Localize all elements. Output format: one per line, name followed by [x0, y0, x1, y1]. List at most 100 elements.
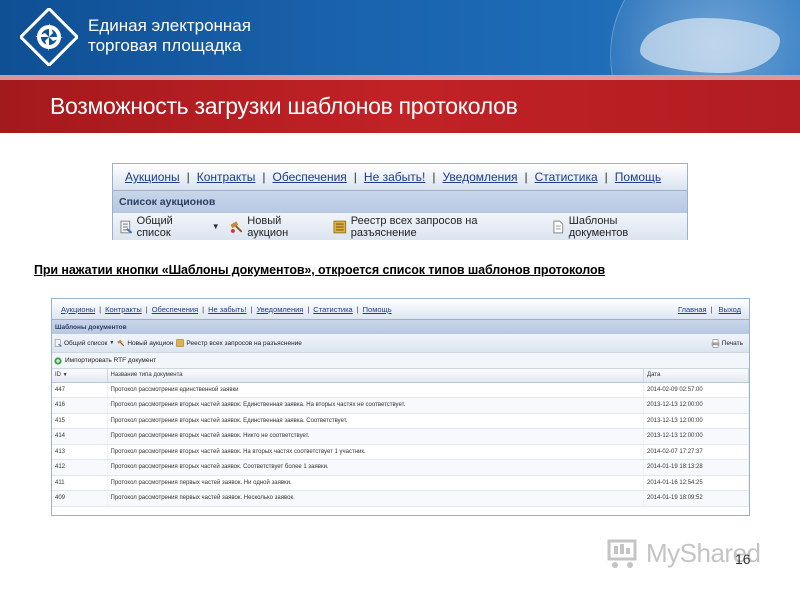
cell-id: 416 — [52, 397, 108, 414]
print-button[interactable]: Печать — [711, 339, 743, 348]
section-title: Список аукционов — [113, 191, 687, 213]
column-date[interactable]: Дата — [643, 369, 749, 383]
requests-registry-button[interactable]: Реестр всех запросов на разъяснение — [333, 215, 541, 239]
cell-name: Протокол рассмотрения первых частей заяв… — [107, 490, 644, 507]
auctions-panel: Аукционы | Контракты | Обеспечения | Не заб… — [112, 163, 688, 240]
cell-id: 414 — [52, 428, 108, 445]
table-row[interactable]: 416 Протокол рассмотрения вторых частей з… — [52, 397, 749, 414]
nav-statistics[interactable]: Статистика — [535, 170, 598, 184]
nav-reminders[interactable]: Не забыть! — [364, 170, 425, 184]
new-auction-button[interactable]: Новый аукцион — [117, 339, 173, 347]
cell-id: 415 — [52, 413, 108, 429]
hammer-icon — [230, 220, 243, 233]
map-graphic — [640, 18, 780, 73]
document-templates-label: Шаблоны документов — [568, 214, 629, 239]
cell-name: Протокол рассмотрения вторых частей заяв… — [107, 444, 644, 460]
table-header-row: ID ▼ Название типа документа Дата — [52, 369, 749, 383]
general-list-button[interactable]: Общий список ▼ — [119, 215, 220, 239]
nav-help[interactable]: Помощь — [615, 170, 661, 184]
cell-date: 2014-02-09 02:57:00 — [643, 382, 749, 398]
nav-home[interactable]: Главная — [678, 305, 707, 314]
table-row[interactable]: 447 Протокол рассмотрения единственной за… — [52, 382, 749, 398]
slide-title: Возможность загрузки шаблонов протоколов — [50, 93, 518, 119]
sort-icon: ▼ — [62, 372, 68, 379]
table-row[interactable]: 415 Протокол рассмотрения вторых частей з… — [52, 413, 749, 429]
registry-icon — [333, 220, 347, 233]
nav-reminders[interactable]: Не забыть! — [208, 305, 246, 314]
cell-name: Протокол рассмотрения первых частей заяв… — [107, 475, 644, 491]
new-auction-button[interactable]: Новый аукцион — [230, 215, 324, 239]
toolbar: Общий список ▼ Новый аукцион Реестр всех … — [113, 213, 687, 240]
section-title: Шаблоны документов — [52, 320, 749, 334]
column-id[interactable]: ID ▼ — [52, 369, 108, 383]
general-list-label: Общий список — [64, 339, 108, 347]
new-auction-label: Новый аукцион — [247, 214, 289, 239]
table-row[interactable]: 412 Протокол рассмотрения вторых частей з… — [52, 459, 749, 476]
registry-icon — [176, 339, 185, 347]
logo-text: Единая электронная торговая площадка — [88, 16, 251, 56]
add-circle-icon — [54, 356, 62, 365]
nav-logout[interactable]: Выход — [719, 305, 741, 314]
nav-contracts[interactable]: Контракты — [197, 170, 256, 184]
nav-right: Главная | Выход — [677, 305, 741, 314]
requests-registry-button[interactable]: Реестр всех запросов на разъяснение — [176, 339, 302, 347]
cell-date: 2013-12-13 12:00:00 — [643, 413, 749, 429]
document-icon — [553, 220, 564, 233]
printer-icon — [711, 339, 720, 348]
table-row[interactable]: 409 Протокол рассмотрения первых частей з… — [52, 490, 749, 507]
nav-securities[interactable]: Обеспечения — [273, 170, 347, 184]
cell-name: Протокол рассмотрения вторых частей заяв… — [107, 428, 644, 445]
requests-registry-label: Реестр всех запросов на разъяснение — [350, 214, 478, 239]
templates-panel: Аукционы | Контракты | Обеспечения | Не заб… — [51, 298, 750, 516]
import-rtf-button[interactable]: Импортировать RTF документ — [52, 353, 749, 369]
cell-date: 2014-02-07 17:27:37 — [643, 444, 749, 460]
list-icon — [120, 220, 133, 234]
cell-id: 409 — [52, 490, 108, 507]
column-name[interactable]: Название типа документа — [107, 369, 644, 383]
caption-text: При нажатии кнопки «Шаблоны документов»,… — [34, 263, 606, 277]
cell-name: Протокол рассмотрения вторых частей заяв… — [107, 459, 644, 476]
header-banner: Единая электронная торговая площадка — [0, 0, 800, 75]
cell-date: 2013-12-13 12:00:00 — [643, 397, 749, 414]
new-auction-label: Новый аукцион — [127, 339, 174, 347]
list-icon — [54, 339, 62, 347]
general-list-label: Общий список — [136, 214, 173, 239]
nav-statistics[interactable]: Статистика — [313, 305, 352, 314]
cell-date: 2013-12-13 12:00:00 — [643, 428, 749, 445]
cell-id: 413 — [52, 444, 108, 460]
chevron-down-icon: ▼ — [109, 340, 115, 346]
requests-registry-label: Реестр всех запросов на разъяснение — [186, 339, 302, 347]
cell-name: Протокол рассмотрения вторых частей заяв… — [107, 413, 644, 429]
cell-date: 2014-01-19 18:13:28 — [643, 459, 749, 476]
nav-auctions[interactable]: Аукционы — [61, 305, 95, 314]
logo-line-2: торговая площадка — [88, 36, 242, 55]
page-number: 16 — [735, 551, 751, 567]
table-row[interactable]: 411 Протокол рассмотрения первых частей з… — [52, 475, 749, 491]
nav-auctions[interactable]: Аукционы — [125, 170, 180, 184]
cell-name: Протокол рассмотрения вторых частей заяв… — [107, 397, 644, 414]
nav-notifications[interactable]: Уведомления — [256, 305, 303, 314]
cell-id: 447 — [52, 382, 108, 398]
nav-securities[interactable]: Обеспечения — [152, 305, 198, 314]
nav-notifications[interactable]: Уведомления — [442, 170, 517, 184]
cart-icon — [607, 539, 637, 568]
table-row[interactable]: 414 Протокол рассмотрения вторых частей з… — [52, 428, 749, 445]
document-templates-button[interactable]: Шаблоны документов — [551, 215, 677, 239]
cell-id: 411 — [52, 475, 108, 491]
logo-line-1: Единая электронная — [88, 16, 251, 35]
hammer-icon — [117, 339, 125, 347]
import-rtf-label: Импортировать RTF документ — [65, 357, 157, 364]
cell-id: 412 — [52, 459, 108, 476]
general-list-button[interactable]: Общий список ▼ — [54, 339, 114, 347]
cell-date: 2014-01-16 12:54:25 — [643, 475, 749, 491]
toolbar-small: Общий список ▼ Новый аукцион Реестр всех … — [52, 334, 749, 353]
templates-table: ID ▼ Название типа документа Дата 447 Про… — [52, 369, 749, 507]
main-nav: Аукционы | Контракты | Обеспечения | Не заб… — [113, 164, 687, 191]
chevron-down-icon: ▼ — [211, 222, 220, 231]
cell-name: Протокол рассмотрения единственной заявк… — [107, 382, 644, 398]
main-nav-small: Аукционы | Контракты | Обеспечения | Не заб… — [52, 299, 749, 320]
table-row[interactable]: 413 Протокол рассмотрения вторых частей з… — [52, 444, 749, 460]
print-label: Печать — [721, 340, 743, 347]
nav-contracts[interactable]: Контракты — [105, 305, 142, 314]
nav-help[interactable]: Помощь — [363, 305, 392, 314]
